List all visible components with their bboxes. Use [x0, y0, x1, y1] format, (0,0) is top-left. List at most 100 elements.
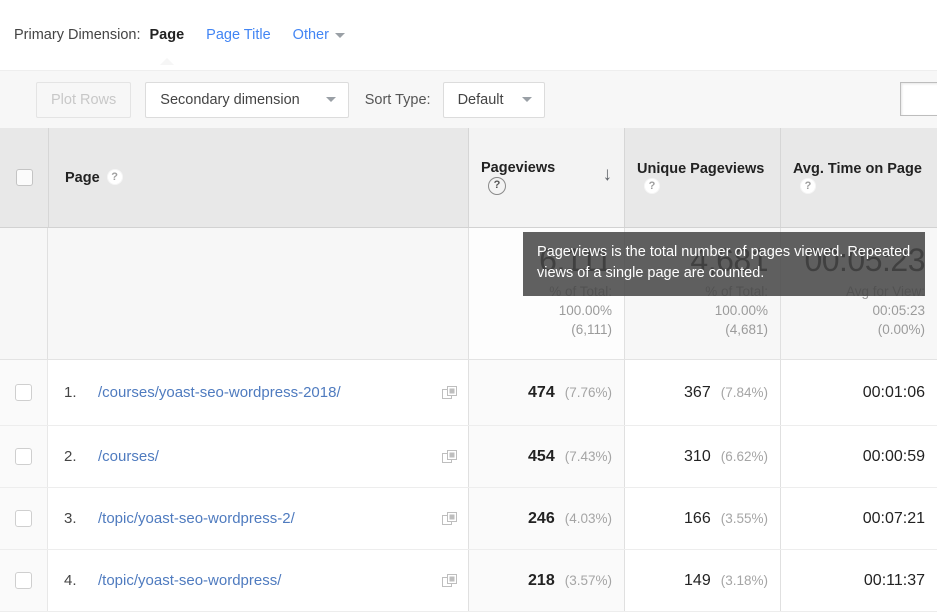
row-checkbox[interactable] — [15, 448, 32, 465]
primary-dimension-page[interactable]: Page — [149, 27, 185, 65]
summary-pageviews-percent: 100.00% — [558, 303, 612, 318]
plot-rows-button[interactable]: Plot Rows — [36, 81, 132, 118]
primary-dimension-other[interactable]: Other — [293, 27, 345, 43]
row-unique-pageviews-percent: (6.62%) — [720, 448, 768, 464]
row-pageviews-value: 246 — [528, 509, 555, 527]
row-select-cell — [0, 550, 48, 611]
summary-pageviews-value: (6,111) — [571, 322, 612, 337]
select-all-checkbox[interactable] — [15, 169, 33, 186]
active-tab-notch — [159, 58, 174, 65]
row-unique-pageviews-value: 149 — [684, 571, 711, 589]
row-checkbox[interactable] — [15, 510, 32, 527]
column-header-page[interactable]: Page? — [48, 128, 468, 227]
help-icon[interactable]: ? — [106, 169, 123, 186]
column-header-pageviews-label: Pageviews — [481, 160, 556, 177]
row-unique-pageviews-percent: (3.55%) — [720, 510, 768, 526]
row-page-cell: 4. /topic/yoast-seo-wordpress/ — [48, 550, 468, 611]
sort-type-dropdown[interactable]: Default — [442, 81, 545, 118]
row-avg-time-value: 00:07:21 — [862, 509, 925, 527]
row-pageviews-percent: (7.43%) — [564, 448, 612, 464]
column-header-avg-time-on-page-label: Avg. Time on Page — [793, 160, 922, 177]
primary-dimension-page-label: Page — [149, 27, 185, 43]
row-page-cell: 1. /courses/yoast-seo-wordpress-2018/ — [48, 360, 468, 425]
summary-page-cell — [48, 228, 468, 359]
row-pageviews-value: 218 — [528, 571, 555, 589]
open-in-new-window-icon[interactable] — [442, 449, 458, 465]
row-pageviews-cell: 454 (7.43%) — [468, 426, 624, 487]
row-unique-pageviews-cell: 310 (6.62%) — [624, 426, 780, 487]
table-row[interactable]: 2. /courses/ 454 (7.43%) 310 (6.62%) 00:… — [0, 426, 937, 488]
table-row[interactable]: 3. /topic/yoast-seo-wordpress-2/ 246 (4.… — [0, 488, 937, 550]
row-unique-pageviews-cell: 149 (3.18%) — [624, 550, 780, 611]
row-avg-time-cell: 00:00:59 — [780, 426, 937, 487]
pageviews-help-tooltip: Pageviews is the total number of pages v… — [523, 232, 925, 296]
table-search-input[interactable] — [900, 82, 937, 116]
row-unique-pageviews-percent: (3.18%) — [720, 572, 768, 588]
row-select-cell — [0, 360, 48, 425]
column-header-avg-time-on-page[interactable]: Avg. Time on Page? — [780, 128, 937, 227]
page-link[interactable]: /courses/ — [98, 446, 434, 467]
row-pageviews-value: 454 — [528, 447, 555, 465]
secondary-dimension-label: Secondary dimension — [160, 91, 300, 108]
column-header-unique-pageviews[interactable]: Unique Pageviews ? — [624, 128, 780, 227]
row-checkbox[interactable] — [15, 572, 32, 589]
row-avg-time-cell: 00:11:37 — [780, 550, 937, 611]
row-avg-time-cell: 00:01:06 — [780, 360, 937, 425]
sort-type-value: Default — [457, 91, 504, 108]
row-select-cell — [0, 426, 48, 487]
row-pageviews-cell: 474 (7.76%) — [468, 360, 624, 425]
summary-checkbox-cell — [0, 228, 48, 359]
open-in-new-window-icon[interactable] — [442, 511, 458, 527]
page-link[interactable]: /topic/yoast-seo-wordpress/ — [98, 570, 434, 591]
row-pageviews-cell: 218 (3.57%) — [468, 550, 624, 611]
row-page-cell: 2. /courses/ — [48, 426, 468, 487]
open-in-new-window-icon[interactable] — [442, 385, 458, 401]
table-header-row: Page? ↓ Pageviews ? Unique Pageviews ? A… — [0, 128, 937, 228]
page-link[interactable]: /courses/yoast-seo-wordpress-2018/ — [98, 382, 434, 403]
summary-avg-time-percent: 00:05:23 — [872, 303, 925, 318]
row-unique-pageviews-percent: (7.84%) — [720, 384, 768, 400]
sort-desc-icon[interactable]: ↓ — [603, 165, 613, 184]
page-link[interactable]: /topic/yoast-seo-wordpress-2/ — [98, 508, 434, 529]
row-pageviews-cell: 246 (4.03%) — [468, 488, 624, 549]
row-index: 4. — [64, 572, 77, 589]
select-all-cell — [0, 128, 48, 227]
open-in-new-window-icon[interactable] — [442, 573, 458, 589]
pages-data-table: Page? ↓ Pageviews ? Unique Pageviews ? A… — [0, 128, 937, 612]
row-unique-pageviews-value: 166 — [684, 509, 711, 527]
summary-unique-pageviews-value: (4,681) — [725, 322, 768, 337]
row-pageviews-percent: (3.57%) — [564, 572, 612, 588]
summary-avg-time-value: (0.00%) — [877, 322, 925, 337]
row-index: 3. — [64, 510, 77, 527]
row-select-cell — [0, 488, 48, 549]
table-row[interactable]: 4. /topic/yoast-seo-wordpress/ 218 (3.57… — [0, 550, 937, 612]
help-icon[interactable]: ? — [800, 178, 816, 195]
row-unique-pageviews-value: 367 — [684, 383, 711, 401]
primary-dimension-bar: Primary Dimension: Page Page Title Other — [0, 0, 937, 70]
help-icon[interactable]: ? — [644, 178, 660, 195]
row-avg-time-value: 00:00:59 — [862, 447, 925, 465]
row-checkbox[interactable] — [15, 384, 32, 401]
secondary-dimension-dropdown[interactable]: Secondary dimension — [145, 81, 349, 118]
column-header-unique-pageviews-label: Unique Pageviews — [637, 160, 765, 177]
primary-dimension-page-title[interactable]: Page Title — [206, 27, 271, 43]
primary-dimension-label: Primary Dimension: — [14, 27, 141, 43]
row-index: 1. — [64, 384, 77, 401]
primary-dimension-other-label: Other — [292, 27, 329, 43]
chevron-down-icon — [325, 97, 336, 102]
chevron-down-icon — [521, 97, 532, 102]
row-avg-time-value: 00:01:06 — [862, 383, 925, 401]
row-index: 2. — [64, 448, 77, 465]
summary-unique-pageviews-percent: 100.00% — [714, 303, 768, 318]
row-pageviews-percent: (7.76%) — [564, 384, 612, 400]
column-header-pageviews[interactable]: ↓ Pageviews ? — [468, 128, 624, 227]
row-unique-pageviews-cell: 166 (3.55%) — [624, 488, 780, 549]
analytics-pages-report: Primary Dimension: Page Page Title Other… — [0, 0, 937, 612]
help-icon[interactable]: ? — [488, 177, 506, 196]
row-page-cell: 3. /topic/yoast-seo-wordpress-2/ — [48, 488, 468, 549]
row-avg-time-cell: 00:07:21 — [780, 488, 937, 549]
row-pageviews-value: 474 — [528, 383, 555, 401]
column-header-page-label: Page — [65, 169, 100, 186]
sort-type-label: Sort Type: — [364, 91, 431, 108]
table-row[interactable]: 1. /courses/yoast-seo-wordpress-2018/ 47… — [0, 360, 937, 426]
